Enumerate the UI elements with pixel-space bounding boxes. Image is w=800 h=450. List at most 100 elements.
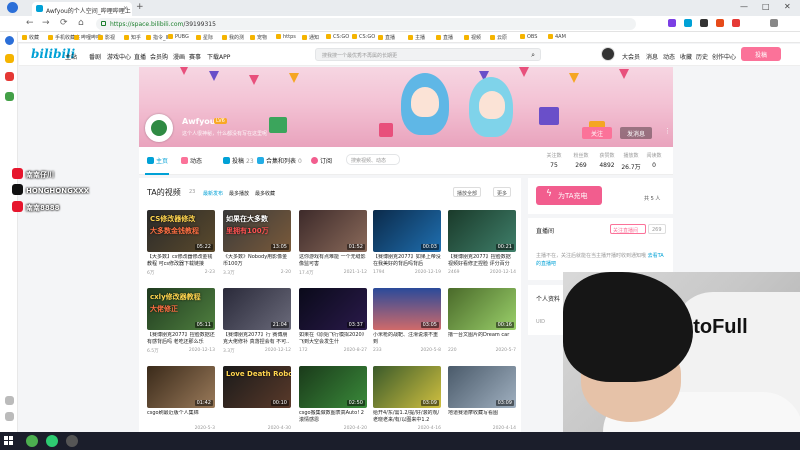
video-card[interactable]: 03:09 给开4/东/需1.2/提/好/滚的观/ 老晓老来/有/以图来中1.2 2…	[373, 366, 441, 436]
video-card[interactable]: 00:21【赛博朋克2077】捏脸数据 视频好看修正捏脸 评分百分之…24692…	[448, 210, 516, 280]
extension-icon[interactable]	[684, 19, 692, 27]
back-button[interactable]: ←	[26, 18, 34, 28]
bookmark-item[interactable]: PUBG	[168, 34, 189, 40]
video-title[interactable]: 给开4/东/需1.2/提/好/滚的观/ 老晓老来/有/以图来中1.2	[373, 410, 441, 424]
close-tab-icon[interactable]: ×	[123, 5, 128, 12]
extension-icon[interactable]	[700, 19, 708, 27]
address-bar[interactable]: https://space.bilibili.com/39199315	[96, 18, 636, 30]
sort-latest[interactable]: 最新发布	[203, 190, 223, 197]
video-thumbnail[interactable]: 01:42	[147, 366, 215, 408]
video-card[interactable]: cxly修改器教程 大佬修正 05:11 【赛博朋克2077】捏脸数据还有感背后吗 老…	[147, 288, 215, 358]
video-thumbnail[interactable]: 00:03	[373, 210, 441, 252]
video-thumbnail[interactable]: 如果在大多数 里拥有100万 13:05	[223, 210, 291, 252]
charge-button[interactable]: ϟ 为TA充电	[536, 186, 602, 205]
nav-item[interactable]: 直播	[134, 52, 146, 61]
header-link[interactable]: 创作中心	[712, 52, 736, 61]
header-link[interactable]: 消息	[646, 52, 658, 61]
video-thumbnail[interactable]: 02:50	[299, 366, 367, 408]
tab-collections[interactable]: 合集和列表 0	[257, 156, 302, 165]
video-thumbnail[interactable]: 03:37	[299, 288, 367, 330]
sort-most-favorited[interactable]: 最多收藏	[255, 190, 275, 197]
video-thumbnail[interactable]: 00:21	[448, 210, 516, 252]
video-thumbnail[interactable]: 03:09	[448, 366, 516, 408]
minimize-button[interactable]: —	[740, 2, 748, 11]
sidebar-settings-icon[interactable]	[5, 412, 14, 421]
sidebar-app-icon[interactable]	[5, 36, 14, 45]
new-tab-button[interactable]: +	[136, 2, 144, 12]
header-link[interactable]: 收藏	[680, 52, 692, 61]
home-button[interactable]: ⌂	[78, 18, 84, 28]
bookmark-item[interactable]: 影视	[98, 34, 115, 41]
site-search-input[interactable]: 搜我搜一个最优秀不再属的长期更 ⌕	[315, 48, 541, 61]
video-card[interactable]: 03:09 地道赛道摩收藏写看图 2020-4-14	[448, 366, 516, 436]
video-card[interactable]: 01:42 csgo刷最近版个人集锦 2020-5-3	[147, 366, 215, 436]
video-card[interactable]: 03:37 如果在《原始飞行模拟2020》飞到大空会发生什 172 2020-8-27	[299, 288, 367, 358]
bookmark-item[interactable]: 主播	[408, 34, 425, 41]
nav-item[interactable]: 游戏中心	[107, 52, 131, 61]
maximize-button[interactable]: □	[762, 2, 770, 11]
video-title[interactable]: 【赛博朋克2077】捏脸数据还有感背后吗 老吃还那么乐	[147, 332, 215, 346]
video-title[interactable]: 如果在《原始飞行模拟2020》飞到大空会发生什	[299, 332, 367, 346]
bookmark-item[interactable]: CS:GO	[352, 34, 375, 40]
video-card[interactable]: 02:50 csgo搬集做数图表高Auto! 2 滚情感恩 2020-4-20	[299, 366, 367, 436]
sidebar-app-icon[interactable]	[5, 72, 14, 81]
bookmark-item[interactable]: OBS	[520, 34, 537, 40]
tab-dynamic[interactable]: 动态	[181, 156, 202, 165]
bookmark-item[interactable]: 云原	[490, 34, 507, 41]
header-link[interactable]: 大会员	[622, 52, 640, 61]
video-title[interactable]: 地道赛道摩收藏写看图	[448, 410, 516, 424]
video-card[interactable]: CS修改器修改 大多数金钱教程 05:22 【大多数】cs修改器修改金钱教程 可cs修…	[147, 210, 215, 280]
extension-icon[interactable]	[732, 19, 740, 27]
video-title[interactable]: 这你游戏有点难能 一个无缝影像监可害	[299, 254, 367, 268]
video-thumbnail[interactable]: Love Death Robots 00:10	[223, 366, 291, 408]
header-link[interactable]: 动态	[663, 52, 675, 61]
message-button[interactable]: 发消息	[620, 127, 652, 139]
video-card[interactable]: 00:03 【赛博朋克2077】如果上帝没在我美好的背后吗背后 1794 2020-1…	[373, 210, 441, 280]
video-title[interactable]: 【大多数】cs修改器修改金钱教程 可cs修改器下载链接	[147, 254, 215, 268]
bookmark-item[interactable]: https	[276, 34, 296, 40]
bookmark-item[interactable]: 通知	[302, 34, 319, 41]
follow-live-button[interactable]: 关注直播间	[610, 224, 646, 234]
forward-button[interactable]: →	[42, 18, 50, 28]
user-avatar[interactable]	[145, 114, 173, 142]
bookmark-item[interactable]: CS:GO	[326, 34, 349, 40]
sidebar-app-icon[interactable]	[5, 92, 14, 101]
video-thumbnail[interactable]: 00:16	[448, 288, 516, 330]
play-all-button[interactable]: 播放全部	[453, 187, 482, 197]
nav-item[interactable]: 漫画	[173, 52, 185, 61]
bookmark-item[interactable]: 直播	[378, 34, 395, 41]
bookmark-item[interactable]: 收藏	[22, 34, 39, 41]
video-title[interactable]: 【赛博朋克2077】行 赛博朋克大佬修补 真落捏会有 不可..	[223, 332, 291, 346]
video-thumbnail[interactable]: cxly修改器教程 大佬修正 05:11	[147, 288, 215, 330]
video-thumbnail[interactable]: CS修改器修改 大多数金钱教程 05:22	[147, 210, 215, 252]
bookmark-item[interactable]: 4AM	[548, 34, 566, 40]
bookmark-item[interactable]: 知乎	[124, 34, 141, 41]
video-card[interactable]: 21:04 【赛博朋克2077】行 赛博朋克大佬修补 真落捏会有 不可.. 3.3万…	[223, 288, 291, 358]
bookmark-item[interactable]: 直播	[436, 34, 453, 41]
tab-videos[interactable]: 投稿 23	[223, 156, 254, 165]
video-title[interactable]: csgo刷最近版个人集锦	[147, 410, 215, 424]
video-thumbnail[interactable]: 21:04	[223, 288, 291, 330]
bookmark-item[interactable]: 宠物	[250, 34, 267, 41]
sidebar-favorites-icon[interactable]	[5, 54, 14, 63]
bookmark-item[interactable]: 星际	[196, 34, 213, 41]
video-title[interactable]: csgo搬集做数图表高Auto! 2 滚情感恩	[299, 410, 367, 424]
bookmark-item[interactable]: 指令_II	[146, 34, 168, 41]
bookmark-item[interactable]: 我的测	[222, 34, 244, 41]
tab-home[interactable]: 主页	[147, 156, 168, 165]
tab-subscribe[interactable]: 订阅	[311, 156, 332, 165]
more-options-icon[interactable]: ⋮	[664, 127, 671, 135]
space-search-input[interactable]: 搜索视频、动态	[346, 154, 400, 165]
video-title[interactable]	[223, 410, 291, 424]
extension-icon[interactable]	[668, 19, 676, 27]
close-window-button[interactable]: ✕	[784, 2, 791, 11]
taskbar-app-icon[interactable]	[26, 435, 38, 447]
video-card[interactable]: 00:16 撸一台文图片的Dream car 220 2020-5-7	[448, 288, 516, 358]
sidebar-add-icon[interactable]	[5, 396, 14, 405]
browser-tab[interactable]: Awfyou的个人空间_哔哩哔哩上 ×	[32, 2, 132, 16]
bookmark-item[interactable]: 哔哩哔哩	[74, 34, 101, 41]
video-title[interactable]: 《大多数》Nobody用影像金币100万	[223, 254, 291, 268]
video-title[interactable]: 撸一台文图片的Dream car	[448, 332, 516, 346]
extension-icon[interactable]	[716, 19, 724, 27]
video-thumbnail[interactable]: 03:09	[373, 366, 441, 408]
